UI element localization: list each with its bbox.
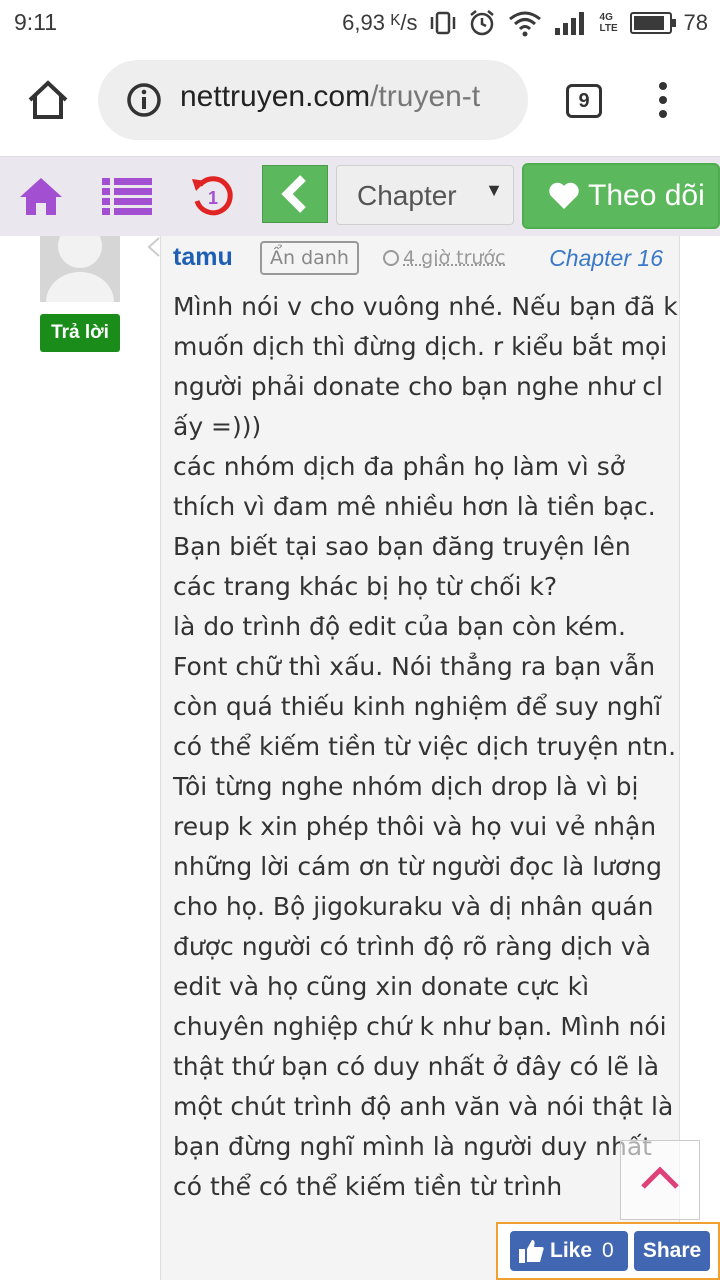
status-bar: 9:11 6,93 ᴷ/s 4G LTE 78 (0, 0, 720, 46)
comment-paragraph: các nhóm dịch đa phần họ làm vì sở thích… (173, 452, 656, 601)
follow-button[interactable]: Theo dõi (522, 163, 720, 229)
battery-percent: 78 (683, 10, 708, 35)
clock-icon (383, 250, 399, 266)
reply-button[interactable]: Trả lời (40, 314, 120, 352)
follow-label: Theo dõi (588, 179, 705, 212)
alarm-icon (469, 10, 494, 36)
comment-author[interactable]: tamu (173, 243, 233, 272)
chevron-left-icon (281, 175, 306, 213)
thumbs-up-icon (519, 1240, 544, 1263)
more-vert-icon[interactable] (650, 82, 676, 122)
comment-paragraph: Mình nói v cho vuông nhé. Nếu bạn đã k m… (173, 292, 678, 441)
comment-paragraph: là do trình độ edit của bạn còn kém. Fon… (173, 612, 677, 761)
caret-down-icon: ▼ (485, 180, 503, 200)
url-text[interactable]: nettruyen.com/truyen-t (180, 80, 480, 114)
history-icon[interactable]: 1 (190, 173, 236, 219)
fb-share-button[interactable]: Share (634, 1231, 710, 1271)
network-type: 4G LTE (599, 12, 618, 34)
site-home-icon[interactable] (18, 175, 64, 217)
avatar (40, 236, 120, 302)
home-icon[interactable] (26, 78, 70, 122)
comment-time-text: 4 giờ trước (403, 247, 506, 269)
signal-icon (554, 12, 584, 35)
comment-header: tamu Ẩn danh 4 giờ trước Chapter 16 (173, 237, 673, 279)
tabs-button[interactable]: 9 (566, 84, 602, 118)
prev-chapter-button[interactable] (262, 165, 328, 223)
chapter-select-label: Chapter (357, 180, 457, 211)
comment-paragraph: Tôi từng nghe nhóm dịch drop là vì bị re… (173, 772, 674, 1201)
url-path: /truyen-t (370, 80, 481, 113)
battery-icon (629, 12, 676, 34)
status-icons: 6,93 ᴷ/s 4G LTE 78 (342, 7, 708, 39)
wifi-icon (508, 11, 541, 37)
vibrate-icon (430, 11, 455, 35)
history-count: 1 (208, 188, 218, 208)
fb-like-button[interactable]: Like 0 (510, 1231, 628, 1271)
anonymous-badge: Ẩn danh (260, 241, 359, 275)
address-bar[interactable]: nettruyen.com/truyen-t (98, 60, 528, 140)
url-host: nettruyen.com (180, 80, 371, 113)
comment-section: Trả lời tamu Ẩn danh 4 giờ trước Chapter… (0, 236, 720, 1280)
list-icon[interactable] (102, 177, 152, 215)
browser-toolbar: nettruyen.com/truyen-t 9 (0, 46, 720, 156)
comment-card: tamu Ẩn danh 4 giờ trước Chapter 16 Mình… (160, 236, 680, 1280)
site-nav: 1 Chapter ▼ Theo dõi (0, 156, 720, 236)
comment-time: 4 giờ trước (383, 247, 506, 269)
comment-body: Mình nói v cho vuông nhé. Nếu bạn đã k m… (173, 287, 678, 1207)
tab-count: 9 (578, 90, 590, 112)
info-icon[interactable] (126, 82, 162, 118)
fb-like-label: Like (550, 1239, 593, 1262)
scroll-top-button[interactable] (620, 1140, 700, 1220)
chapter-select[interactable]: Chapter ▼ (336, 165, 514, 225)
comment-chapter-link[interactable]: Chapter 16 (549, 245, 663, 272)
status-time: 9:11 (14, 9, 58, 35)
comment-pointer-icon (147, 237, 160, 257)
facebook-share-bar: Like 0 Share (496, 1222, 720, 1280)
chevron-up-icon (641, 1166, 679, 1189)
network-speed: 6,93 ᴷ/s (342, 10, 418, 35)
user-avatar-icon (40, 236, 120, 302)
heart-icon (549, 182, 579, 209)
fb-like-count: 0 (602, 1239, 614, 1262)
